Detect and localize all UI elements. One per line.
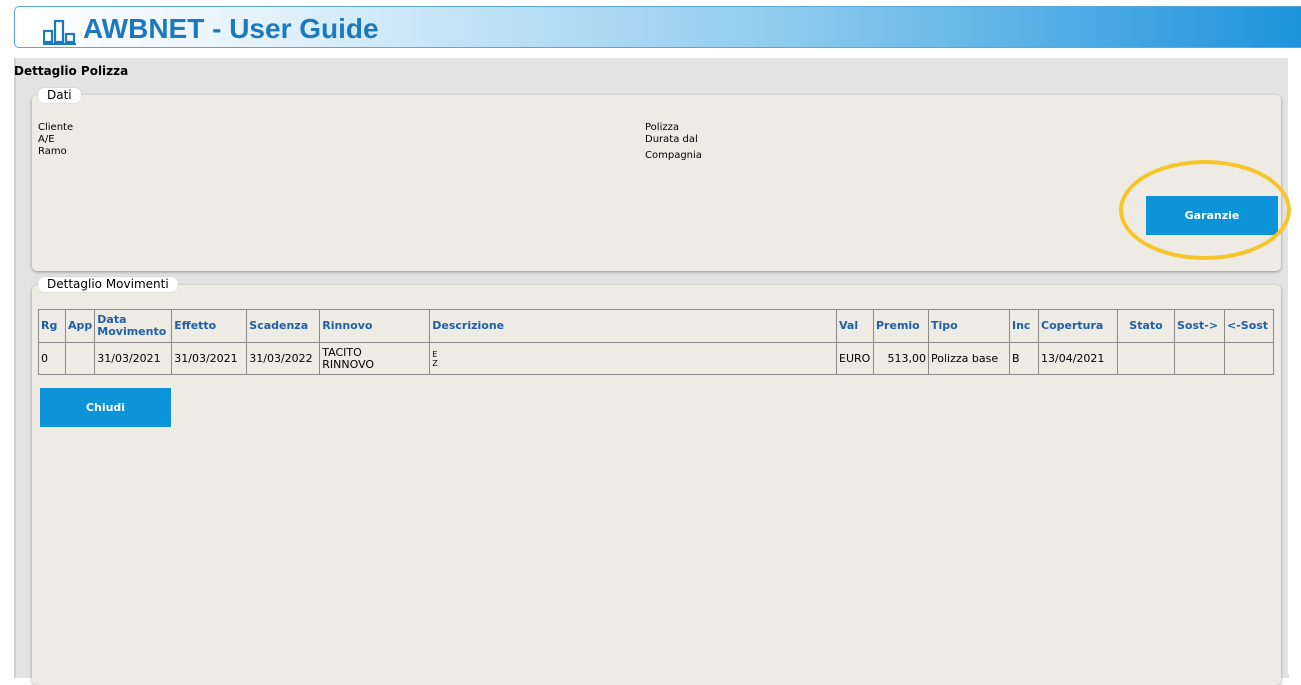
- col-rg[interactable]: Rg: [38, 309, 66, 343]
- cliente-label: Cliente: [38, 122, 74, 133]
- cell-rinnovo: TACITO RINNOVO: [319, 342, 431, 375]
- cell-val: EURO: [836, 342, 874, 375]
- descrizione-line2: Z: [432, 358, 438, 368]
- table-row[interactable]: 0 31/03/2021 31/03/2021 31/03/2022 TACIT…: [38, 342, 1274, 375]
- bar-chart-icon: [43, 19, 76, 45]
- page-scrollbar[interactable]: [1288, 58, 1301, 674]
- ae-label: A/E: [38, 134, 55, 145]
- cell-descrizione: E Z: [429, 342, 837, 375]
- chiudi-button[interactable]: Chiudi: [40, 388, 171, 427]
- col-sost-back[interactable]: <-Sost: [1224, 309, 1274, 343]
- col-descrizione[interactable]: Descrizione: [429, 309, 837, 343]
- header-banner: AWBNET - User Guide: [14, 6, 1301, 48]
- col-scadenza[interactable]: Scadenza: [246, 309, 321, 343]
- cell-rg: 0: [38, 342, 66, 375]
- cell-scadenza: 31/03/2022: [246, 342, 321, 375]
- col-tipo[interactable]: Tipo: [928, 309, 1010, 343]
- cell-app: [64, 342, 96, 375]
- col-copertura[interactable]: Copertura: [1038, 309, 1118, 343]
- cell-premio: 513,00: [873, 342, 929, 375]
- cell-data-movimento: 31/03/2021: [94, 342, 173, 375]
- cell-copertura: 13/04/2021: [1038, 342, 1118, 375]
- col-effetto[interactable]: Effetto: [171, 309, 248, 343]
- cell-effetto: 31/03/2021: [171, 342, 248, 375]
- movimenti-legend: Dettaglio Movimenti: [38, 277, 178, 292]
- col-sost-fwd[interactable]: Sost->: [1174, 309, 1225, 343]
- page-title: Dettaglio Polizza: [14, 64, 129, 78]
- rinnovo-line2: RINNOVO: [322, 357, 375, 371]
- polizza-label: Polizza: [645, 122, 679, 133]
- col-rinnovo[interactable]: Rinnovo: [319, 309, 431, 343]
- cell-stato: [1117, 342, 1175, 375]
- cell-sost-back: [1224, 342, 1274, 375]
- col-val[interactable]: Val: [836, 309, 874, 343]
- table-header-row: Rg App Data Movimento Effetto Scadenza R…: [38, 309, 1274, 343]
- rinnovo-line1: TACITO: [322, 345, 362, 359]
- garanzie-button[interactable]: Garanzie: [1146, 196, 1278, 235]
- dati-legend: Dati: [38, 88, 81, 103]
- cell-tipo: Polizza base: [928, 342, 1010, 375]
- col-inc[interactable]: Inc: [1009, 309, 1039, 343]
- ramo-label: Ramo: [38, 146, 67, 157]
- compagnia-label: Compagnia: [645, 150, 702, 161]
- app-title: AWBNET - User Guide: [83, 13, 379, 44]
- col-premio[interactable]: Premio: [873, 309, 929, 343]
- col-data-movimento[interactable]: Data Movimento: [94, 309, 173, 343]
- durata-label: Durata dal: [645, 134, 698, 145]
- cell-sost-fwd: [1174, 342, 1225, 375]
- col-app[interactable]: App: [64, 309, 96, 343]
- cell-inc: B: [1009, 342, 1039, 375]
- descrizione-line1: E: [432, 349, 438, 359]
- col-stato[interactable]: Stato: [1117, 309, 1175, 343]
- movimenti-table: Rg App Data Movimento Effetto Scadenza R…: [38, 309, 1274, 375]
